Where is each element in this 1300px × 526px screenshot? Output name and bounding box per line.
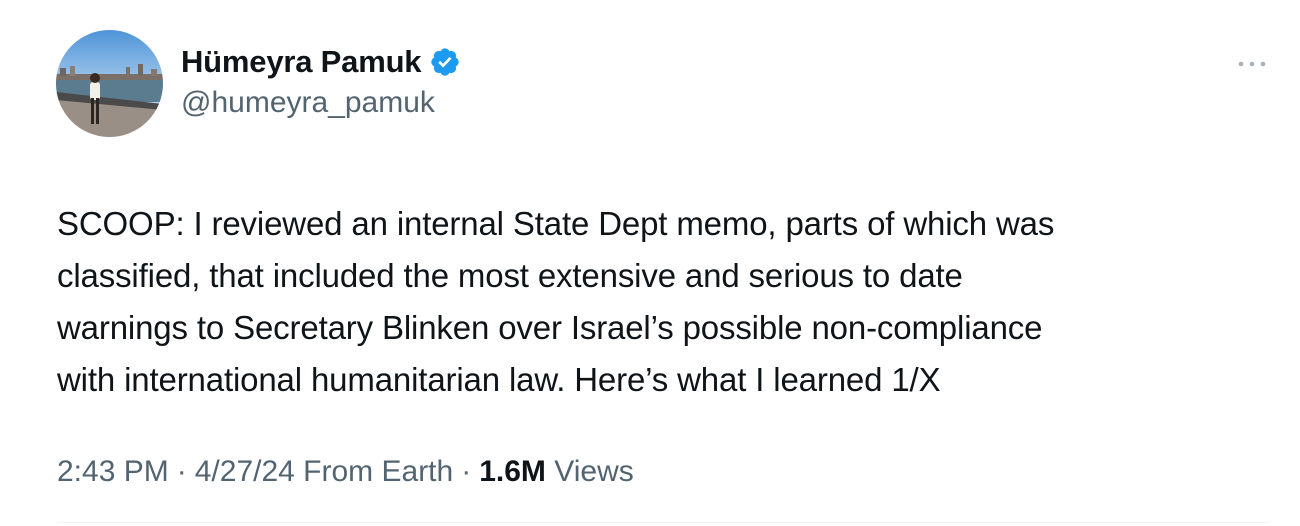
more-dots-icon[interactable] (1232, 52, 1272, 76)
display-name[interactable]: Hümeyra Pamuk (181, 44, 422, 80)
verified-badge-icon[interactable] (429, 46, 461, 78)
tweet-source: From Earth (303, 455, 454, 488)
author-block: Hümeyra Pamuk @humeyra_pamuk (181, 40, 461, 120)
name-row: Hümeyra Pamuk (181, 40, 461, 84)
tweet-card: Hümeyra Pamuk @humeyra_pamuk SCOOP: I re… (0, 0, 1300, 526)
tweet-meta: 2:43 PM · 4/27/24 From Earth · 1.6M View… (57, 455, 634, 489)
views-count[interactable]: 1.6M (479, 455, 546, 489)
tweet-time[interactable]: 2:43 PM (57, 455, 169, 489)
divider (57, 522, 1269, 523)
avatar[interactable] (56, 30, 163, 137)
handle[interactable]: @humeyra_pamuk (181, 86, 461, 120)
tweet-text: SCOOP: I reviewed an internal State Dept… (57, 205, 1055, 398)
meta-space-2 (546, 455, 554, 489)
meta-separator-2: · (461, 455, 472, 488)
meta-space (295, 455, 303, 489)
tweet-date[interactable]: 4/27/24 (195, 455, 295, 489)
meta-separator: · (176, 455, 187, 488)
views-label: Views (554, 455, 634, 488)
